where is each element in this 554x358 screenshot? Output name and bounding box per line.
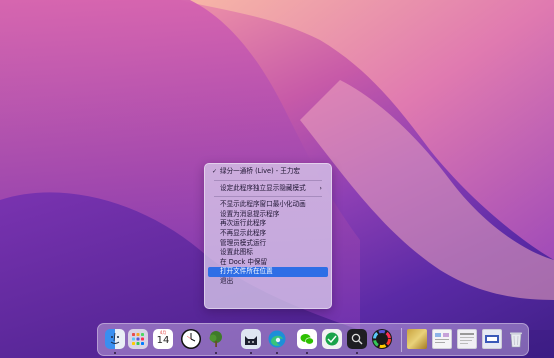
menu-item-set-icon[interactable]: 设置此图标 bbox=[208, 248, 328, 258]
menu-item-label: 不显示此程序窗口最小化动画 bbox=[220, 200, 306, 209]
menu-item-hide-app[interactable]: 不再显示此程序 bbox=[208, 229, 328, 239]
screenshot-thumbnail-1[interactable] bbox=[432, 329, 452, 349]
color-wheel-icon[interactable] bbox=[372, 329, 392, 349]
edge-browser-icon[interactable] bbox=[267, 329, 287, 349]
menu-item-label: 设置此图标 bbox=[220, 248, 253, 257]
menu-item-set-notification-app[interactable]: 设置为消息提示程序 bbox=[208, 210, 328, 220]
clock-icon[interactable] bbox=[181, 329, 201, 349]
menu-item-label: 设置为消息提示程序 bbox=[220, 209, 280, 218]
menu-separator bbox=[214, 179, 322, 181]
screenshot-thumbnail-2[interactable] bbox=[457, 329, 477, 349]
running-indicator bbox=[215, 352, 217, 354]
submenu-chevron-icon: › bbox=[319, 183, 322, 192]
running-indicator bbox=[114, 352, 116, 354]
calendar-day: 14 bbox=[156, 335, 170, 346]
menu-item-label: 在 Dock 中保留 bbox=[220, 257, 268, 266]
menu-item-run-as-admin[interactable]: 管理员模式运行 bbox=[208, 239, 328, 249]
screenshot-thumbnail-3[interactable] bbox=[482, 329, 502, 349]
cat-app-icon[interactable] bbox=[241, 329, 261, 349]
menu-item-label: 管理员模式运行 bbox=[220, 238, 267, 247]
menu-item-label: 不再显示此程序 bbox=[220, 228, 267, 237]
dock-context-menu: ✓ 绿分一通桥 (Live) - 王力宏 设定此程序独立显示隐藏模式 › 不显示… bbox=[204, 163, 332, 309]
menu-item-label: 设定此程序独立显示隐藏模式 bbox=[220, 183, 306, 192]
menu-item-label: 绿分一通桥 (Live) - 王力宏 bbox=[220, 167, 301, 175]
music-app-icon[interactable] bbox=[206, 329, 226, 349]
menu-item-label: 再次运行此程序 bbox=[220, 219, 267, 228]
menu-item-quit[interactable]: 退出 bbox=[208, 277, 328, 287]
check-icon: ✓ bbox=[212, 168, 218, 175]
running-indicator bbox=[250, 352, 252, 354]
menu-item-independent-display-mode[interactable]: 设定此程序独立显示隐藏模式 › bbox=[208, 184, 328, 194]
launchpad-icon[interactable] bbox=[128, 329, 148, 349]
menu-item-no-minimize-animation[interactable]: 不显示此程序窗口最小化动画 bbox=[208, 200, 328, 210]
menu-item-open-file-location[interactable]: 打开文件所在位置 bbox=[208, 267, 328, 277]
calendar-icon[interactable]: 4月 14 bbox=[153, 329, 173, 349]
running-indicator bbox=[276, 352, 278, 354]
finder-icon[interactable] bbox=[105, 329, 125, 349]
wechat-icon[interactable] bbox=[297, 329, 317, 349]
menu-item-run-again[interactable]: 再次运行此程序 bbox=[208, 219, 328, 229]
running-indicator bbox=[306, 352, 308, 354]
running-indicator bbox=[356, 352, 358, 354]
dock-separator bbox=[401, 328, 402, 352]
menu-item-label: 打开文件所在位置 bbox=[220, 267, 273, 276]
menu-item-label: 退出 bbox=[220, 276, 234, 285]
trash-icon[interactable] bbox=[506, 329, 526, 349]
menu-separator bbox=[214, 196, 322, 198]
menu-item-now-playing[interactable]: ✓ 绿分一通桥 (Live) - 王力宏 bbox=[208, 167, 328, 177]
menu-item-keep-in-dock[interactable]: 在 Dock 中保留 bbox=[208, 258, 328, 268]
search-app-icon[interactable] bbox=[347, 329, 367, 349]
green-app-icon[interactable] bbox=[322, 329, 342, 349]
golden-image-thumbnail[interactable] bbox=[407, 329, 427, 349]
